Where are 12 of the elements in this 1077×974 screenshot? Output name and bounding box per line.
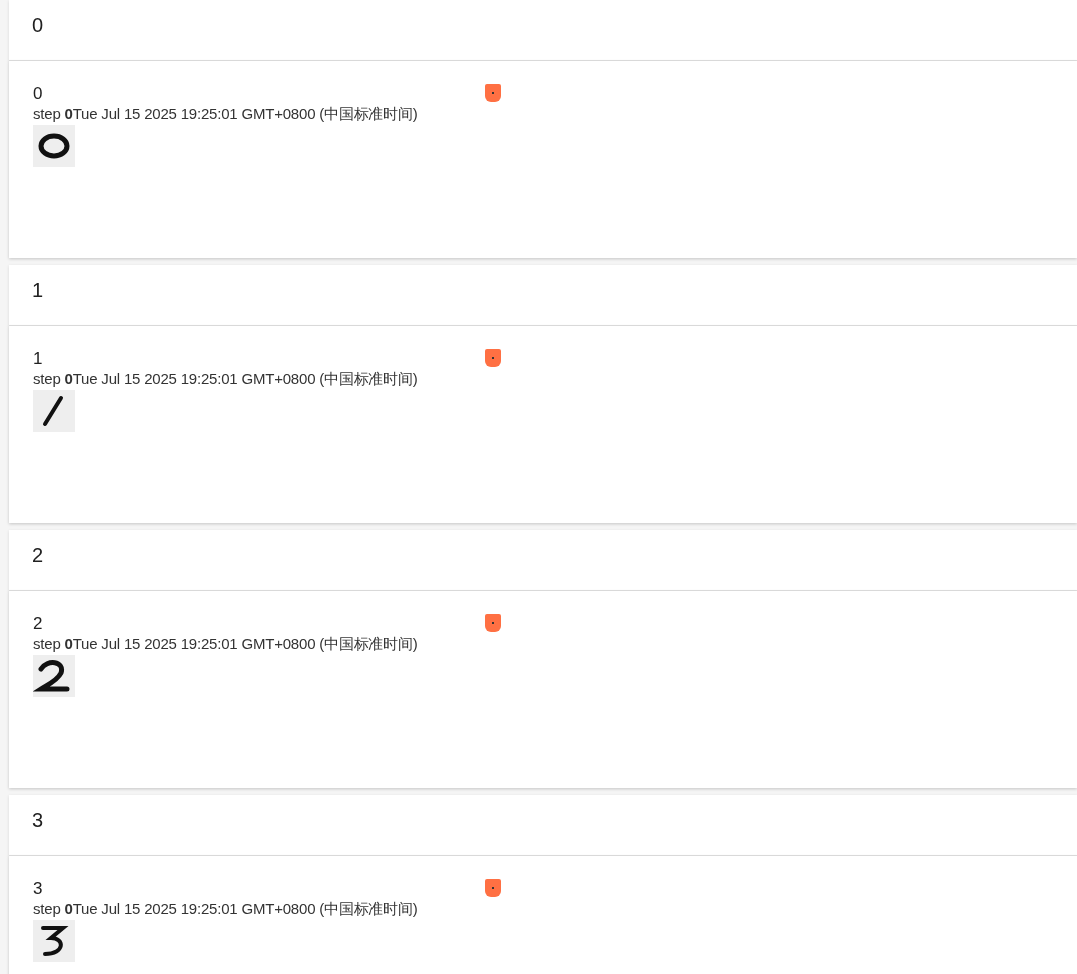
step-caption: step 0Tue Jul 15 2025 19:25:01 GMT+0800 (中国标准时间) <box>33 635 419 653</box>
group-title: 3 <box>32 809 44 831</box>
group-title: 0 <box>32 14 44 36</box>
step-caption: step 0Tue Jul 15 2025 19:25:01 GMT+0800 (中国标准时间) <box>33 105 419 123</box>
image-label: 2 <box>33 613 43 635</box>
group-title: 2 <box>32 544 44 566</box>
group-title: 1 <box>32 279 44 301</box>
step-caption: step 0Tue Jul 15 2025 19:25:01 GMT+0800 (中国标准时间) <box>33 370 419 388</box>
step-caption: step 0Tue Jul 15 2025 19:25:01 GMT+0800 (中国标准时间) <box>33 900 419 918</box>
image-label: 1 <box>33 348 43 370</box>
image-label: 0 <box>33 83 43 105</box>
image-label: 3 <box>33 878 43 900</box>
